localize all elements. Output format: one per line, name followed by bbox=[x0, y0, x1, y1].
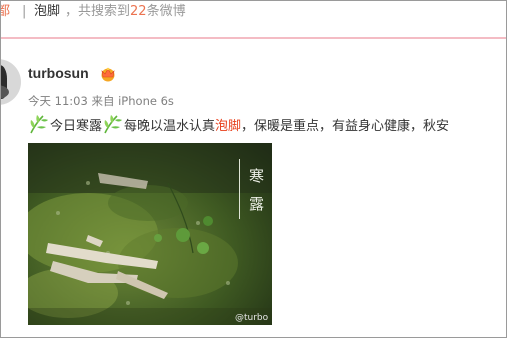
title-divider-line bbox=[239, 159, 240, 219]
avatar-shadow bbox=[1, 85, 9, 99]
weibo-search-result: 都 | 泡脚 ，共搜索到22条微博 turbosun 今天 11:03 来自 i… bbox=[0, 0, 507, 338]
green-leaf-emoji-icon bbox=[104, 115, 123, 134]
post-image[interactable]: 寒 露 @turbo bbox=[28, 143, 272, 325]
separator: | bbox=[22, 4, 27, 19]
source-prefix: 来自 bbox=[91, 94, 115, 108]
avatar[interactable] bbox=[1, 59, 21, 105]
search-keyword: 泡脚 bbox=[34, 4, 61, 19]
post-time[interactable]: 今天 11:03 bbox=[28, 94, 88, 108]
result-suffix: 条微博 bbox=[146, 4, 186, 19]
text-part-3: ，保暖是重点，有益身心健康，秋安 bbox=[241, 119, 450, 134]
text-part-1: 今日寒露 bbox=[50, 119, 103, 134]
post-source[interactable]: iPhone 6s bbox=[118, 94, 174, 108]
username-link[interactable]: turbosun bbox=[28, 65, 89, 81]
image-title-line-2: 露 bbox=[248, 195, 264, 213]
search-summary-bar: 都 | 泡脚 ，共搜索到22条微博 bbox=[1, 1, 506, 23]
previous-crumb[interactable]: 都 bbox=[1, 1, 10, 23]
moss-photo bbox=[28, 143, 272, 325]
image-title-line-1: 寒 bbox=[248, 167, 264, 185]
green-leaf-emoji-icon bbox=[30, 115, 48, 134]
crown-icon[interactable] bbox=[99, 66, 117, 82]
text-part-2: 每晚以温水认真 bbox=[124, 119, 216, 134]
post-meta: 今天 11:03 来自 iPhone 6s bbox=[28, 93, 174, 109]
image-watermark: @turbo bbox=[235, 313, 269, 323]
result-count: 22 bbox=[130, 4, 147, 19]
section-divider bbox=[1, 37, 506, 39]
post-text: 今日寒露 每晚以温水认真泡脚，保暖是重点，有益身心健康，秋安 bbox=[28, 114, 449, 137]
keyword-highlight: 泡脚 bbox=[215, 119, 242, 134]
result-prefix: ，共搜索到 bbox=[65, 4, 131, 19]
result-count-text: ，共搜索到22条微博 bbox=[65, 1, 186, 23]
